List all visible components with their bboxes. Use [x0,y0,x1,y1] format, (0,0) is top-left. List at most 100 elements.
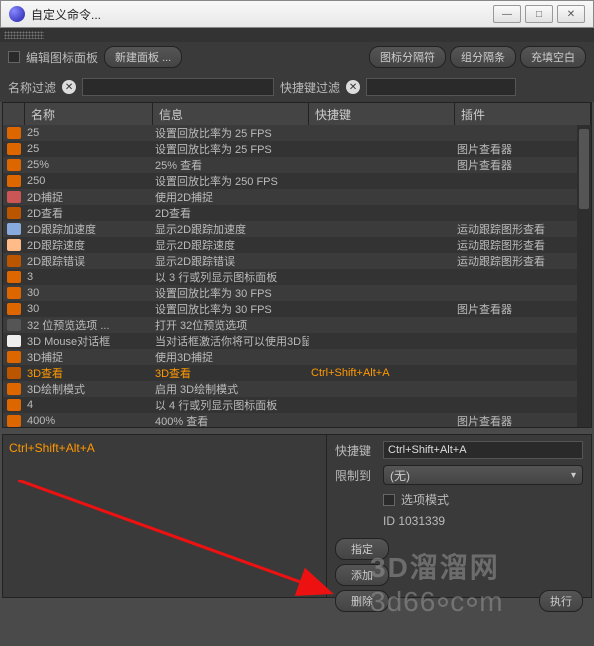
restrict-select[interactable]: (无) [383,465,583,485]
row-icon [3,415,25,427]
row-icon [3,287,25,299]
row-icon [3,143,25,155]
cell-name: 3D绘制模式 [25,381,153,397]
cell-info: 3D查看 [153,365,309,381]
window-titlebar: 自定义命令... — □ ✕ [0,0,594,28]
option-mode-label: 选项模式 [401,491,449,508]
row-icon [3,319,25,331]
cell-plugin: 运动跟踪图形查看 [455,221,577,237]
row-icon [3,159,25,171]
detail-panel: Ctrl+Shift+Alt+A 快捷键 限制到 (无) 选项模式 ID 103… [2,434,592,598]
cell-name: 250 [25,175,153,187]
name-filter-input[interactable] [82,78,274,96]
name-filter-label: 名称过滤 [8,79,56,96]
cell-info: 25% 查看 [153,157,309,173]
shortcut-input[interactable] [383,441,583,459]
table-row[interactable]: 2D查看2D查看 [3,205,577,221]
assign-button[interactable]: 指定 [335,538,389,560]
scrollbar-thumb[interactable] [579,129,589,209]
command-table: 名称 信息 快捷键 插件 25设置回放比率为 25 FPS25设置回放比率为 2… [2,102,592,428]
table-row[interactable]: 32 位预览选项 ...打开 32位预览选项 [3,317,577,333]
cell-name: 3D查看 [25,365,153,381]
row-icon [3,207,25,219]
group-separator-button[interactable]: 组分隔条 [450,46,516,68]
cell-info: 使用3D捕捉 [153,349,309,365]
header-shortcut[interactable]: 快捷键 [309,103,455,126]
cell-name: 30 [25,287,153,299]
icon-separator-button[interactable]: 图标分隔符 [369,46,446,68]
grip-dots-icon [4,31,44,39]
maximize-button[interactable]: □ [525,5,553,23]
close-button[interactable]: ✕ [557,5,585,23]
header-plugin[interactable]: 插件 [455,103,591,126]
detail-left: Ctrl+Shift+Alt+A [3,435,327,597]
row-icon [3,303,25,315]
table-row[interactable]: 250设置回放比率为 250 FPS [3,173,577,189]
grip-bar[interactable] [0,28,594,42]
header-info[interactable]: 信息 [153,103,309,126]
add-button[interactable]: 添加 [335,564,389,586]
cell-name: 25 [25,143,153,155]
cell-name: 3 [25,271,153,283]
shortcut-filter-clear-icon[interactable]: ✕ [346,80,360,94]
cell-info: 设置回放比率为 30 FPS [153,301,309,317]
cell-info: 显示2D跟踪错误 [153,253,309,269]
cell-name: 2D跟踪加速度 [25,221,153,237]
edit-panel-label: 编辑图标面板 [26,49,98,66]
table-row[interactable]: 3以 3 行或列显示图标面板 [3,269,577,285]
table-row[interactable]: 3D Mouse对话框当对话框激活你将可以使用3D鼠 [3,333,577,349]
new-panel-button[interactable]: 新建面板 ... [104,46,182,68]
minimize-button[interactable]: — [493,5,521,23]
cell-plugin: 图片查看器 [455,301,577,317]
row-icon [3,127,25,139]
name-filter-clear-icon[interactable]: ✕ [62,80,76,94]
delete-button[interactable]: 删除 [335,590,389,612]
cell-name: 2D跟踪速度 [25,237,153,253]
fill-blank-button[interactable]: 充填空白 [520,46,586,68]
table-row[interactable]: 25设置回放比率为 25 FPS [3,125,577,141]
cell-name: 2D跟踪错误 [25,253,153,269]
table-row[interactable]: 25设置回放比率为 25 FPS图片查看器 [3,141,577,157]
cell-name: 400% [25,415,153,427]
edit-panel-checkbox[interactable] [8,51,20,63]
current-shortcut-display: Ctrl+Shift+Alt+A [9,441,95,455]
table-row[interactable]: 30设置回放比率为 30 FPS [3,285,577,301]
cell-name: 3D捕捉 [25,349,153,365]
cell-name: 4 [25,399,153,411]
table-row[interactable]: 2D跟踪错误显示2D跟踪错误 运动跟踪图形查看 [3,253,577,269]
row-icon [3,191,25,203]
filter-row: 名称过滤 ✕ 快捷键过滤 ✕ [0,72,594,102]
table-row[interactable]: 3D绘制模式启用 3D绘制模式 [3,381,577,397]
cell-info: 打开 32位预览选项 [153,317,309,333]
cell-info: 当对话框激活你将可以使用3D鼠 [153,333,309,349]
cell-plugin: 运动跟踪图形查看 [455,237,577,253]
cell-info: 设置回放比率为 25 FPS [153,141,309,157]
cell-name: 32 位预览选项 ... [25,317,153,333]
cell-info: 启用 3D绘制模式 [153,381,309,397]
cell-plugin: 图片查看器 [455,157,577,173]
table-row[interactable]: 4以 4 行或列显示图标面板 [3,397,577,413]
table-row[interactable]: 2D跟踪加速度显示2D跟踪加速度运动跟踪图形查看 [3,221,577,237]
table-row[interactable]: 400%400% 查看图片查看器 [3,413,577,427]
shortcut-filter-input[interactable] [366,78,516,96]
restrict-label: 限制到 [335,467,377,484]
cell-plugin: 运动跟踪图形查看 [455,253,577,269]
table-row[interactable]: 2D跟踪速度显示2D跟踪速度 运动跟踪图形查看 [3,237,577,253]
cell-info: 2D查看 [153,205,309,221]
cell-info: 显示2D跟踪速度 [153,237,309,253]
cell-info: 设置回放比率为 30 FPS [153,285,309,301]
header-name[interactable]: 名称 [25,103,153,126]
cell-name: 30 [25,303,153,315]
table-row[interactable]: 25%25% 查看图片查看器 [3,157,577,173]
cell-info: 设置回放比率为 250 FPS [153,173,309,189]
vertical-scrollbar[interactable] [577,125,591,427]
cell-name: 2D捕捉 [25,189,153,205]
table-row[interactable]: 2D捕捉使用2D捕捉 [3,189,577,205]
table-row[interactable]: 30设置回放比率为 30 FPS 图片查看器 [3,301,577,317]
shortcut-filter-label: 快捷键过滤 [280,79,340,96]
run-button[interactable]: 执行 [539,590,583,612]
table-row[interactable]: 3D查看3D查看Ctrl+Shift+Alt+A [3,365,577,381]
row-icon [3,399,25,411]
table-row[interactable]: 3D捕捉使用3D捕捉 [3,349,577,365]
option-mode-checkbox[interactable] [383,494,395,506]
